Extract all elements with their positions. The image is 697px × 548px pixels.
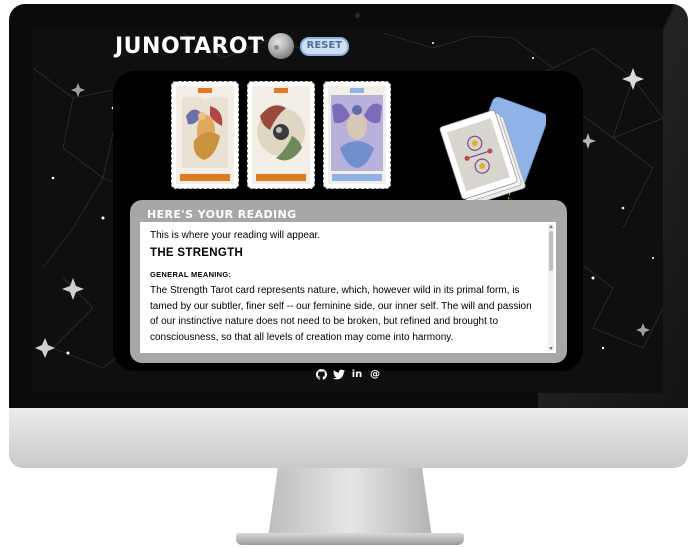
github-icon[interactable] [315, 368, 327, 380]
app-header: JUNOTAROT RESET [115, 31, 350, 61]
twitter-icon[interactable] [333, 368, 345, 380]
reading-card-name: THE STRENGTH [150, 247, 244, 259]
reading-intro: This is where your reading will appear. [150, 230, 321, 241]
reading-title: HERE'S YOUR READING [147, 208, 297, 221]
dragons-with-orb-icon [252, 86, 310, 184]
scroll-thumb[interactable] [549, 231, 553, 271]
star-shape [35, 338, 55, 358]
scroll-up-icon[interactable] [549, 225, 553, 228]
star-shape [622, 68, 644, 90]
star-shape [636, 323, 650, 337]
tarot-card-2[interactable] [247, 81, 315, 189]
email-icon[interactable]: @ [369, 368, 381, 380]
reading-content: This is where your reading will appear. … [150, 229, 540, 345]
monitor-base [236, 533, 464, 545]
winged-figure-icon [328, 86, 386, 184]
reading-scrollbar[interactable] [548, 224, 554, 351]
star-shape [62, 278, 84, 300]
tarot-deck[interactable] [436, 96, 546, 216]
star-shape [71, 83, 85, 97]
monitor-chin [9, 408, 688, 468]
social-links: in @ [315, 368, 381, 380]
general-meaning-text: The Strength Tarot card represents natur… [150, 285, 532, 343]
tarot-card-1[interactable] [171, 81, 239, 189]
app-screen: JUNOTAROT RESET HERE'S YOUR READING This… [33, 28, 663, 393]
general-meaning-label: GENERAL MEANING: [150, 270, 232, 279]
figures-with-lion-icon [176, 86, 234, 184]
linkedin-icon[interactable]: in [351, 368, 363, 380]
monitor-stand [268, 468, 432, 538]
moon-icon [267, 33, 294, 59]
reset-button[interactable]: RESET [299, 36, 350, 56]
reading-panel: HERE'S YOUR READING This is where your r… [130, 200, 567, 363]
reading-box[interactable]: This is where your reading will appear. … [140, 222, 556, 353]
tarot-card-3[interactable] [323, 81, 391, 189]
scroll-down-icon[interactable] [549, 347, 553, 350]
camera-dot [355, 13, 360, 18]
app-logo[interactable]: JUNOTAROT [115, 34, 264, 59]
